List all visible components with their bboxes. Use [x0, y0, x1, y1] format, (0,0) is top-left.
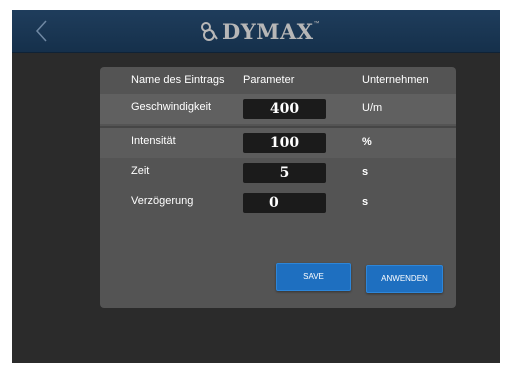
table-row-intensity: Intensität 100 %	[100, 126, 456, 158]
row-label: Geschwindigkeit	[131, 101, 212, 113]
row-label: Zeit	[131, 165, 150, 177]
row-unit: s	[362, 196, 369, 208]
row-label: Verzögerung	[131, 195, 194, 207]
brand-logo: DYMAX ™	[198, 18, 320, 44]
row-unit: s	[362, 166, 369, 178]
app-screen: DYMAX ™ Name des Eintrags Parameter Unte…	[12, 10, 500, 363]
row-unit: U/m	[362, 102, 383, 114]
column-name-header: Name des Eintrags	[131, 74, 225, 86]
brand-name: DYMAX	[222, 18, 314, 44]
column-parameter-header: Parameter	[243, 74, 295, 86]
table-row-speed: Geschwindigkeit 400 U/m	[100, 94, 456, 124]
table-row-time: Zeit 5 s	[100, 158, 456, 188]
top-bar: DYMAX ™	[12, 10, 500, 53]
time-input[interactable]: 5	[243, 163, 326, 183]
column-unit-header: Unternehmen	[362, 74, 429, 86]
row-unit: %	[362, 136, 372, 148]
table-header: Name des Eintrags Parameter Unternehmen	[100, 67, 456, 94]
intensity-input[interactable]: 100	[243, 133, 326, 153]
speed-input[interactable]: 400	[243, 99, 326, 119]
dymax-logo-icon	[201, 22, 218, 41]
row-label: Intensität	[131, 135, 176, 147]
chevron-left-icon[interactable]	[32, 18, 52, 44]
trademark-mark: ™	[313, 21, 320, 27]
table-row-delay: Verzögerung 0 s	[100, 188, 456, 218]
save-button[interactable]: SAVE	[276, 263, 351, 291]
apply-button[interactable]: ANWENDEN	[366, 265, 443, 293]
delay-input[interactable]: 0	[243, 193, 326, 213]
parameter-panel: Name des Eintrags Parameter Unternehmen …	[100, 67, 456, 308]
